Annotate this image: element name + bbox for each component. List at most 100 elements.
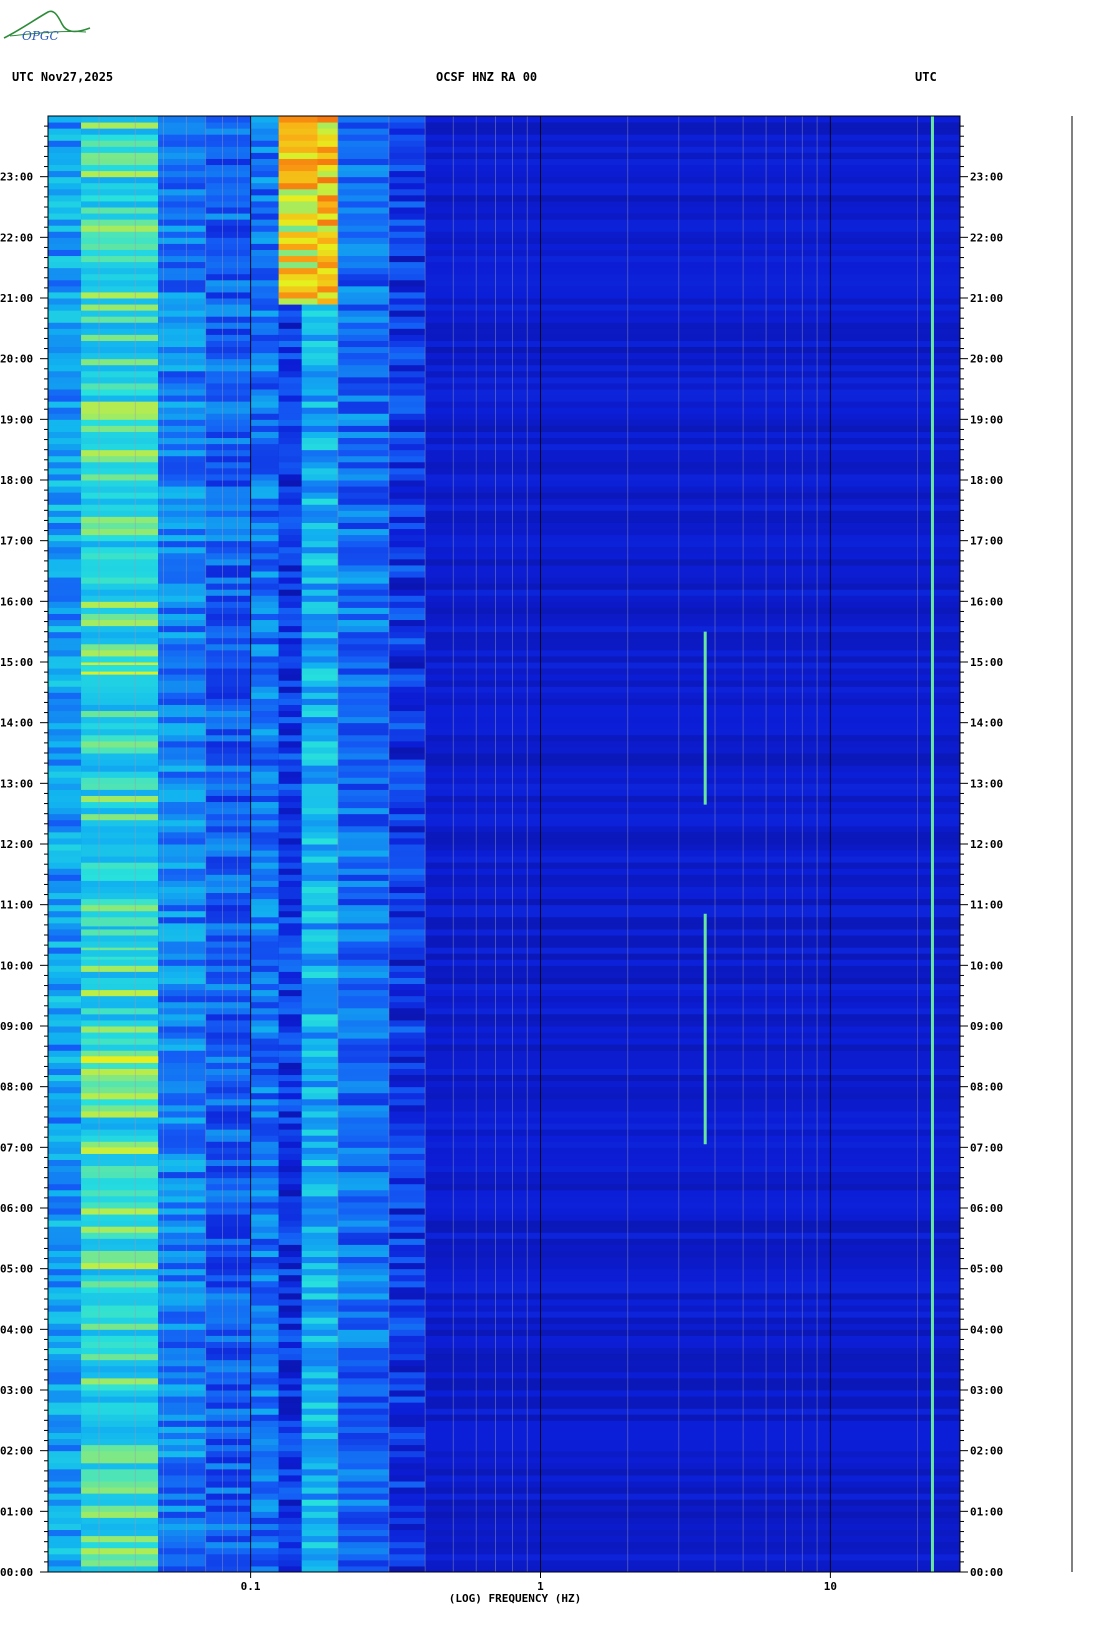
heatmap-cell — [158, 401, 206, 408]
heatmap-cell — [425, 152, 961, 159]
heatmap-cell — [278, 1535, 302, 1543]
heatmap-cell — [250, 455, 279, 463]
heatmap-cell — [388, 910, 426, 918]
heatmap-cell — [158, 492, 206, 499]
heatmap-cell — [48, 1426, 82, 1433]
heatmap-cell — [388, 1013, 426, 1021]
heatmap-cell — [205, 916, 251, 924]
heatmap-cell — [425, 1226, 961, 1233]
heatmap-cell — [48, 1414, 82, 1421]
y-tick-label-right: 02:00 — [970, 1445, 1003, 1458]
heatmap-cell — [388, 1396, 426, 1403]
heatmap-cell — [158, 285, 206, 293]
heatmap-cell — [81, 813, 159, 821]
y-tick-label-right: 21:00 — [970, 292, 1003, 305]
heatmap-cell — [388, 880, 426, 887]
heatmap-cell — [250, 1050, 279, 1057]
heatmap-cell — [301, 674, 338, 681]
heatmap-cell — [81, 273, 159, 281]
heatmap-cell — [425, 880, 961, 887]
heatmap-cell — [158, 546, 206, 554]
heatmap-cell — [81, 655, 159, 663]
heatmap-cell — [205, 862, 251, 869]
heatmap-cell — [337, 1559, 389, 1567]
heatmap-cell — [301, 668, 338, 675]
heatmap-cell — [48, 971, 82, 978]
heatmap-cell — [81, 170, 159, 178]
heatmap-cell — [158, 722, 206, 730]
y-tick-label-left: 20:00 — [0, 353, 33, 366]
heatmap-cell — [337, 1104, 389, 1112]
heatmap-cell — [250, 225, 279, 232]
spectrogram-plot-area — [48, 116, 961, 1573]
heatmap-cell — [425, 589, 961, 596]
heatmap-cell — [278, 880, 302, 887]
heatmap-cell — [48, 1444, 82, 1452]
heatmap-cell — [81, 983, 159, 991]
heatmap-cell — [388, 322, 426, 329]
heatmap-cell — [278, 1420, 302, 1427]
heatmap-cell — [301, 316, 338, 323]
heatmap-cell — [205, 613, 251, 621]
heatmap-cell — [81, 837, 159, 845]
heatmap-cell — [337, 856, 389, 863]
heatmap-cell — [158, 965, 206, 972]
heatmap-cell — [301, 1420, 338, 1427]
heatmap-cell — [81, 389, 159, 396]
heatmap-cell — [301, 801, 338, 809]
heatmap-cell — [425, 1474, 961, 1482]
heatmap-cell — [278, 1517, 302, 1524]
heatmap-cell — [158, 1171, 206, 1179]
heatmap-cell — [278, 1214, 302, 1221]
heatmap-cell — [425, 716, 961, 724]
heatmap-cell — [81, 546, 159, 554]
heatmap-cell — [48, 1529, 82, 1537]
heatmap-cell — [158, 1414, 206, 1421]
heatmap-cell — [158, 140, 206, 147]
heatmap-cell — [301, 455, 338, 463]
heatmap-cell — [425, 680, 961, 687]
heatmap-cell — [388, 746, 426, 754]
heatmap-cell — [205, 316, 251, 323]
heatmap-cell — [205, 1347, 251, 1355]
heatmap-cell — [81, 1511, 159, 1518]
heatmap-cell — [158, 1541, 206, 1549]
y-tick-label-left: 18:00 — [0, 474, 33, 487]
heatmap-cell — [388, 777, 426, 784]
heatmap-cell — [301, 983, 338, 991]
heatmap-cell — [278, 831, 302, 839]
heatmap-cell — [278, 352, 302, 360]
heatmap-cell — [337, 128, 389, 135]
heatmap-cell — [301, 1559, 338, 1567]
heatmap-cell — [81, 1535, 159, 1543]
heatmap-cell — [205, 231, 251, 238]
heatmap-cell — [388, 346, 426, 354]
heatmap-cell — [158, 674, 206, 681]
heatmap-cell — [250, 298, 279, 305]
y-tick-label-right: 06:00 — [970, 1202, 1003, 1215]
y-tick-label-left: 05:00 — [0, 1263, 33, 1276]
heatmap-cell — [337, 498, 389, 505]
heatmap-cell — [301, 807, 338, 815]
heatmap-cell — [250, 140, 279, 147]
heatmap-cell — [425, 607, 961, 614]
heatmap-cell — [337, 1335, 389, 1342]
heatmap-cell — [425, 1414, 961, 1421]
heatmap-cell — [337, 777, 389, 784]
heatmap-cell — [250, 1335, 279, 1342]
heatmap-cell — [81, 455, 159, 463]
band-7 — [337, 116, 389, 1573]
heatmap-cell — [48, 486, 82, 493]
heatmap-cell — [388, 1444, 426, 1452]
heatmap-cell — [158, 558, 206, 566]
heatmap-cell — [337, 1347, 389, 1355]
heatmap-cell — [425, 1383, 961, 1391]
heatmap-cell — [250, 540, 279, 548]
heatmap-cell — [81, 886, 159, 894]
heatmap-cell — [48, 1068, 82, 1076]
heatmap-cell — [337, 1481, 389, 1488]
heatmap-cell — [301, 856, 338, 863]
heatmap-cell — [81, 437, 159, 445]
heatmap-cell — [425, 116, 961, 123]
heatmap-cell — [388, 649, 426, 657]
